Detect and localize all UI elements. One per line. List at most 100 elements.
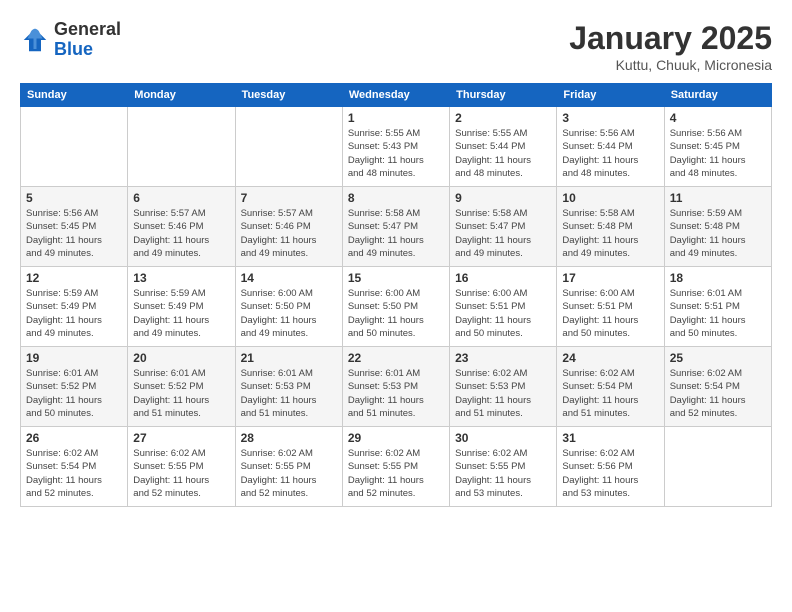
table-row: 18Sunrise: 6:01 AMSunset: 5:51 PMDayligh… [664,267,771,347]
table-row: 11 Sunrise: 5:59 AMSunset: 5:48 PMDayligh… [664,187,771,267]
day-info: Sunrise: 6:02 AMSunset: 5:54 PMDaylight:… [562,367,658,420]
day-info: Sunrise: 5:56 AMSunset: 5:45 PMDaylight:… [26,207,122,260]
table-row: 22 Sunrise: 6:01 AMSunset: 5:53 PMDayligh… [342,347,449,427]
day-info: Sunrise: 6:02 AMSunset: 5:55 PMDaylight:… [133,447,229,500]
table-row: 21Sunrise: 6:01 AMSunset: 5:53 PMDayligh… [235,347,342,427]
day-number: 25 [670,351,766,365]
day-info: Sunrise: 6:02 AMSunset: 5:55 PMDaylight:… [241,447,337,500]
table-row: 19 Sunrise: 6:01 AMSunset: 5:52 PMDayligh… [21,347,128,427]
table-row: 5 Sunrise: 5:56 AMSunset: 5:45 PMDaylight… [21,187,128,267]
location: Kuttu, Chuuk, Micronesia [569,57,772,73]
day-number: 14 [241,271,337,285]
header-friday: Friday [557,84,664,107]
day-info: Sunrise: 5:59 AMSunset: 5:48 PMDaylight:… [670,207,766,260]
day-number: 7 [241,191,337,205]
logo-blue-text: Blue [54,40,121,60]
table-row: 3 Sunrise: 5:56 AMSunset: 5:44 PMDaylight… [557,107,664,187]
table-row: 10Sunrise: 5:58 AMSunset: 5:48 PMDayligh… [557,187,664,267]
table-row: 23 Sunrise: 6:02 AMSunset: 5:53 PMDayligh… [450,347,557,427]
table-row: 13Sunrise: 5:59 AMSunset: 5:49 PMDayligh… [128,267,235,347]
table-row: 28 Sunrise: 6:02 AMSunset: 5:55 PMDayligh… [235,427,342,507]
calendar-header-row: Sunday Monday Tuesday Wednesday Thursday… [21,84,772,107]
day-number: 24 [562,351,658,365]
day-info: Sunrise: 5:57 AMSunset: 5:46 PMDaylight:… [241,207,337,260]
calendar-week-1: 1Sunrise: 5:55 AMSunset: 5:43 PMDaylight… [21,107,772,187]
table-row [21,107,128,187]
table-row: 7 Sunrise: 5:57 AMSunset: 5:46 PMDaylight… [235,187,342,267]
day-number: 8 [348,191,444,205]
day-number: 9 [455,191,551,205]
day-number: 23 [455,351,551,365]
day-number: 20 [133,351,229,365]
table-row: 15 Sunrise: 6:00 AMSunset: 5:50 PMDayligh… [342,267,449,347]
day-info: Sunrise: 5:56 AMSunset: 5:44 PMDaylight:… [562,127,658,180]
table-row [128,107,235,187]
table-row: 24 Sunrise: 6:02 AMSunset: 5:54 PMDayligh… [557,347,664,427]
day-number: 27 [133,431,229,445]
day-number: 11 [670,191,766,205]
table-row: 1Sunrise: 5:55 AMSunset: 5:43 PMDaylight… [342,107,449,187]
header-saturday: Saturday [664,84,771,107]
day-info: Sunrise: 6:02 AMSunset: 5:55 PMDaylight:… [455,447,551,500]
day-info: Sunrise: 6:02 AMSunset: 5:54 PMDaylight:… [670,367,766,420]
day-number: 31 [562,431,658,445]
table-row: 9 Sunrise: 5:58 AMSunset: 5:47 PMDaylight… [450,187,557,267]
day-number: 3 [562,111,658,125]
logo-general-text: General [54,20,121,40]
day-info: Sunrise: 5:58 AMSunset: 5:47 PMDaylight:… [455,207,551,260]
day-info: Sunrise: 6:02 AMSunset: 5:56 PMDaylight:… [562,447,658,500]
month-title: January 2025 [569,20,772,57]
header-tuesday: Tuesday [235,84,342,107]
day-info: Sunrise: 6:02 AMSunset: 5:53 PMDaylight:… [455,367,551,420]
table-row: 8 Sunrise: 5:58 AMSunset: 5:47 PMDaylight… [342,187,449,267]
page: General Blue January 2025 Kuttu, Chuuk, … [0,0,792,612]
day-info: Sunrise: 6:00 AMSunset: 5:50 PMDaylight:… [348,287,444,340]
logo-icon [20,25,50,55]
day-info: Sunrise: 6:01 AMSunset: 5:51 PMDaylight:… [670,287,766,340]
day-info: Sunrise: 6:01 AMSunset: 5:53 PMDaylight:… [348,367,444,420]
table-row: 12 Sunrise: 5:59 AMSunset: 5:49 PMDayligh… [21,267,128,347]
day-info: Sunrise: 5:58 AMSunset: 5:48 PMDaylight:… [562,207,658,260]
header-monday: Monday [128,84,235,107]
day-number: 28 [241,431,337,445]
day-number: 13 [133,271,229,285]
table-row: 29Sunrise: 6:02 AMSunset: 5:55 PMDayligh… [342,427,449,507]
day-number: 17 [562,271,658,285]
logo: General Blue [20,20,121,60]
day-info: Sunrise: 6:00 AMSunset: 5:51 PMDaylight:… [455,287,551,340]
day-info: Sunrise: 5:59 AMSunset: 5:49 PMDaylight:… [26,287,122,340]
day-number: 12 [26,271,122,285]
table-row: 30Sunrise: 6:02 AMSunset: 5:55 PMDayligh… [450,427,557,507]
day-info: Sunrise: 5:55 AMSunset: 5:44 PMDaylight:… [455,127,551,180]
header-thursday: Thursday [450,84,557,107]
table-row: 26Sunrise: 6:02 AMSunset: 5:54 PMDayligh… [21,427,128,507]
table-row: 17Sunrise: 6:00 AMSunset: 5:51 PMDayligh… [557,267,664,347]
day-number: 6 [133,191,229,205]
table-row: 6 Sunrise: 5:57 AMSunset: 5:46 PMDaylight… [128,187,235,267]
day-number: 5 [26,191,122,205]
day-info: Sunrise: 6:01 AMSunset: 5:53 PMDaylight:… [241,367,337,420]
day-number: 26 [26,431,122,445]
logo-text: General Blue [54,20,121,60]
day-info: Sunrise: 5:58 AMSunset: 5:47 PMDaylight:… [348,207,444,260]
calendar-week-4: 19 Sunrise: 6:01 AMSunset: 5:52 PMDayligh… [21,347,772,427]
calendar: Sunday Monday Tuesday Wednesday Thursday… [20,83,772,507]
table-row: 31 Sunrise: 6:02 AMSunset: 5:56 PMDayligh… [557,427,664,507]
day-number: 4 [670,111,766,125]
header-wednesday: Wednesday [342,84,449,107]
table-row: 2 Sunrise: 5:55 AMSunset: 5:44 PMDaylight… [450,107,557,187]
day-number: 2 [455,111,551,125]
header-sunday: Sunday [21,84,128,107]
day-info: Sunrise: 6:00 AMSunset: 5:50 PMDaylight:… [241,287,337,340]
day-info: Sunrise: 6:01 AMSunset: 5:52 PMDaylight:… [133,367,229,420]
day-info: Sunrise: 6:01 AMSunset: 5:52 PMDaylight:… [26,367,122,420]
day-info: Sunrise: 5:57 AMSunset: 5:46 PMDaylight:… [133,207,229,260]
calendar-week-5: 26Sunrise: 6:02 AMSunset: 5:54 PMDayligh… [21,427,772,507]
day-number: 19 [26,351,122,365]
table-row [664,427,771,507]
day-number: 16 [455,271,551,285]
table-row [235,107,342,187]
day-number: 22 [348,351,444,365]
day-number: 29 [348,431,444,445]
day-number: 15 [348,271,444,285]
